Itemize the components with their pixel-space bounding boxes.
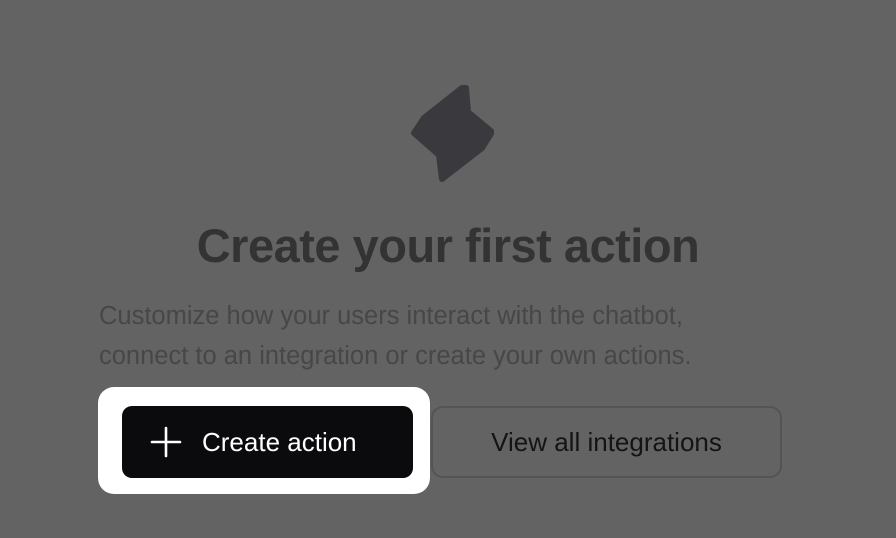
empty-state: Create your first action Customize how y… [0,0,896,538]
view-all-integrations-button[interactable]: View all integrations [431,406,782,478]
plus-icon [150,426,182,458]
empty-state-title: Create your first action [196,219,700,272]
empty-state-description: Customize how your users interact with t… [99,296,819,376]
create-action-button[interactable]: Create action [122,406,413,478]
lightning-bolt-icon [411,85,494,182]
create-action-label: Create action [202,426,357,457]
description-line-2: connect to an integration or create your… [99,342,692,370]
description-line-1: Customize how your users interact with t… [99,302,683,330]
